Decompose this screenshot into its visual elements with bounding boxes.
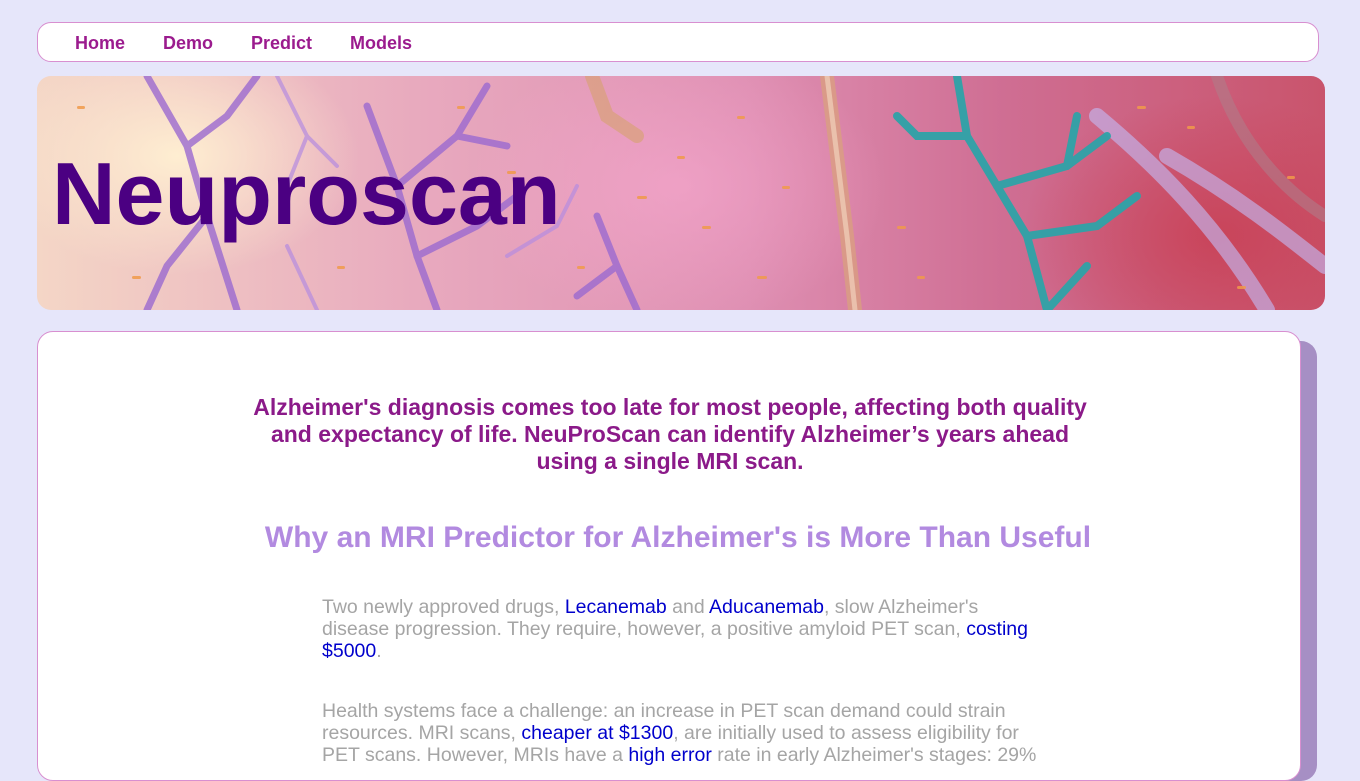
site-title: Neuproscan: [52, 144, 561, 243]
nav-link-home[interactable]: Home: [75, 33, 125, 53]
paragraph-drugs: Two newly approved drugs, Lecanemab and …: [322, 596, 1042, 662]
paragraph-health-systems: Health systems face a challenge: an incr…: [322, 700, 1042, 766]
paragraph-text: .: [376, 640, 382, 662]
paragraph-text: and: [666, 596, 710, 618]
nav-link-predict[interactable]: Predict: [251, 33, 312, 53]
intro-statement: Alzheimer's diagnosis comes too late for…: [253, 394, 1087, 474]
paragraph-text: rate in early Alzheimer's stages: 29%: [711, 744, 1037, 766]
hero-banner: Neuproscan: [37, 76, 1325, 310]
top-nav: Home Demo Predict Models: [37, 22, 1319, 62]
link-lecanemab[interactable]: Lecanemab: [565, 596, 667, 618]
nav-link-demo[interactable]: Demo: [163, 33, 213, 53]
content-card: Alzheimer's diagnosis comes too late for…: [37, 331, 1301, 781]
link-mri-cost[interactable]: cheaper at $1300: [521, 722, 673, 744]
nav-link-models[interactable]: Models: [350, 33, 412, 53]
section-heading: Why an MRI Predictor for Alzheimer's is …: [264, 521, 1092, 554]
link-aducanemab[interactable]: Aducanemab: [709, 596, 824, 618]
paragraph-text: Two newly approved drugs,: [322, 596, 565, 618]
link-high-error[interactable]: high error: [628, 744, 711, 766]
